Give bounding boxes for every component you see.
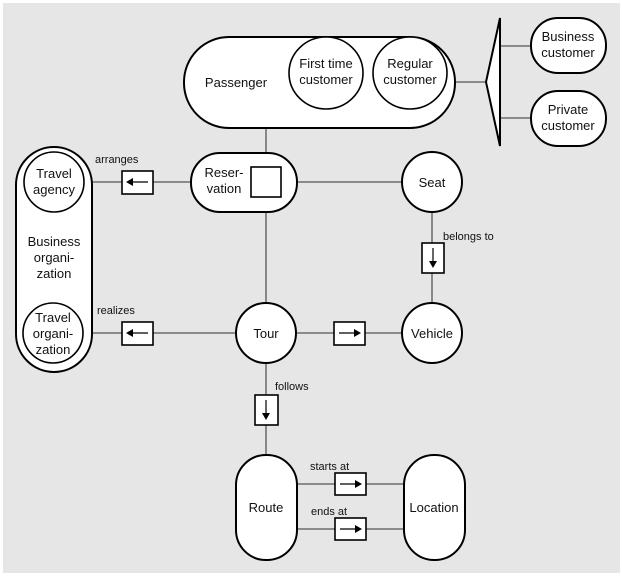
reservation-label: Reser-: [204, 165, 243, 180]
location-label: Location: [409, 500, 458, 515]
tour-label: Tour: [253, 326, 279, 341]
vehicle-label: Vehicle: [411, 326, 453, 341]
ends-at-label: ends at: [311, 506, 347, 518]
travel-organization-label: Travel: [35, 310, 71, 325]
realizes-label: realizes: [97, 305, 135, 317]
er-diagram: Passenger First time customer Regular cu…: [3, 3, 620, 573]
first-time-customer-label: customer: [299, 72, 353, 87]
entity-business-customer[interactable]: Business customer: [530, 17, 607, 74]
regular-customer-label: customer: [383, 72, 437, 87]
travel-agency-label: agency: [33, 182, 75, 197]
entity-reservation[interactable]: Reser- vation: [190, 152, 298, 213]
entity-vehicle[interactable]: Vehicle: [401, 302, 463, 364]
reservation-label: vation: [207, 181, 242, 196]
follows-label: follows: [275, 381, 309, 393]
entity-travel-organization[interactable]: Travel organi- zation: [22, 302, 84, 364]
entity-tour[interactable]: Tour: [235, 302, 297, 364]
travel-agency-label: Travel: [36, 166, 72, 181]
business-organization-label: zation: [37, 266, 72, 281]
entity-route[interactable]: Route: [235, 454, 298, 561]
travel-organization-label: zation: [36, 342, 71, 357]
entity-regular-customer[interactable]: Regular customer: [372, 36, 448, 110]
travel-organization-label: organi-: [33, 326, 73, 341]
seat-label: Seat: [419, 175, 446, 190]
route-label: Route: [249, 500, 284, 515]
entity-first-time-customer[interactable]: First time customer: [288, 36, 364, 110]
regular-customer-label: Regular: [387, 56, 433, 71]
entity-seat[interactable]: Seat: [401, 151, 463, 213]
reservation-relationship-square: [250, 166, 282, 198]
entity-private-customer[interactable]: Private customer: [530, 90, 607, 147]
relation-tour-vehicle[interactable]: [333, 321, 366, 346]
entity-travel-agency[interactable]: Travel agency: [23, 151, 85, 213]
private-customer-label: customer: [541, 118, 595, 133]
business-customer-label: customer: [541, 45, 595, 60]
business-organization-label: organi-: [34, 250, 74, 265]
business-customer-label: Business: [542, 29, 595, 44]
starts-at-label: starts at: [310, 461, 349, 473]
business-organization-label: Business: [28, 234, 81, 249]
entity-location[interactable]: Location: [403, 454, 466, 561]
arranges-label: arranges: [95, 154, 139, 166]
first-time-customer-label: First time: [299, 56, 352, 71]
passenger-label: Passenger: [205, 75, 268, 90]
belongs-to-label: belongs to: [443, 231, 494, 243]
private-customer-label: Private: [548, 102, 588, 117]
